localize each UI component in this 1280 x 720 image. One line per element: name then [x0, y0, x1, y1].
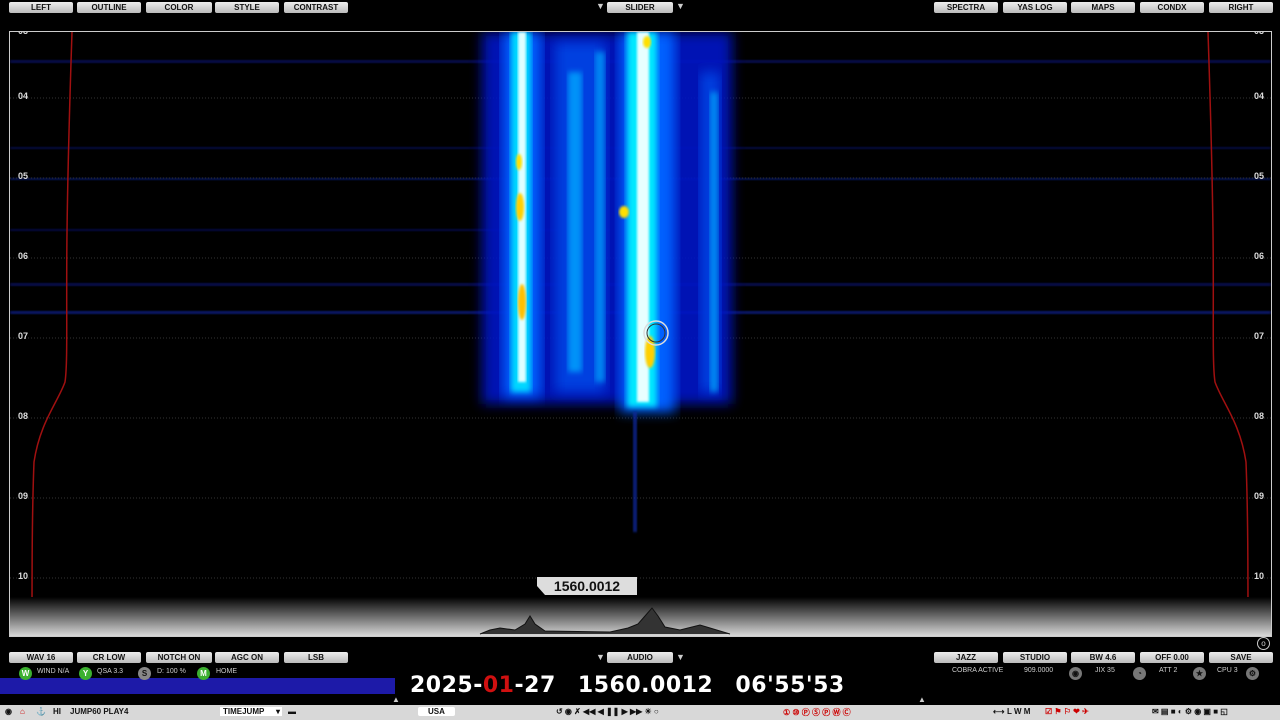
- time-label-right: 06: [1254, 251, 1265, 261]
- studio-button[interactable]: STUDIO: [1003, 652, 1067, 663]
- outline-button[interactable]: OUTLINE: [77, 2, 141, 13]
- dial-icon[interactable]: ◔: [1133, 667, 1146, 680]
- freq-status: 909.0000: [1024, 667, 1054, 674]
- wav-button[interactable]: WAV 16: [9, 652, 73, 663]
- settings-small-icon[interactable]: o: [1257, 637, 1270, 650]
- time-label-right: 05: [1254, 171, 1265, 181]
- time-label-left: 05: [18, 171, 29, 181]
- lwm-label[interactable]: L W M: [1007, 707, 1030, 716]
- level-bar: [0, 678, 395, 694]
- hi-label[interactable]: HI: [53, 707, 61, 716]
- right-signal-trace: [1207, 32, 1249, 636]
- readout-day: -27: [514, 673, 556, 698]
- audio-chevron-right-icon[interactable]: ▼: [676, 652, 685, 662]
- time-label-left: 04: [18, 91, 29, 101]
- d-status: D: 100 %: [157, 668, 186, 675]
- window-icons[interactable]: ✉ ▤ ■ ◐ ⚙ ◉ ▣ ■ ◱: [1152, 707, 1228, 716]
- audio-button[interactable]: AUDIO: [607, 652, 673, 663]
- spectra-button[interactable]: SPECTRA: [934, 2, 998, 13]
- style-button[interactable]: STYLE: [215, 2, 279, 13]
- time-label-right: 10: [1254, 571, 1265, 581]
- time-label-left: 07: [18, 331, 29, 341]
- notch-button[interactable]: NOTCH ON: [146, 652, 212, 663]
- readout-time: 06'55'53: [735, 673, 845, 698]
- left-button[interactable]: LEFT: [9, 2, 73, 13]
- home-icon[interactable]: ⌂: [20, 707, 25, 716]
- yas-log-button[interactable]: YAS LOG: [1003, 2, 1067, 13]
- wind-status: WIND N/A: [37, 668, 70, 675]
- color-button[interactable]: COLOR: [146, 2, 212, 13]
- knob-icon[interactable]: ◉: [1069, 667, 1082, 680]
- readout-frequency: 1560.0012: [577, 673, 714, 698]
- star-icon[interactable]: ★: [1193, 667, 1206, 680]
- preset-icons[interactable]: ① ⑩ Ⓟ Ⓢ Ⓟ Ⓦ Ⓒ: [783, 707, 851, 718]
- contrast-button[interactable]: CONTRAST: [284, 2, 348, 13]
- readout-year: 2025-: [410, 673, 483, 698]
- signal-band: [482, 32, 732, 532]
- bw-button[interactable]: BW 4.6: [1071, 652, 1135, 663]
- time-label-left: 10: [18, 571, 29, 581]
- time-label-right: 04: [1254, 91, 1265, 101]
- left-signal-trace: [31, 32, 73, 636]
- agc-button[interactable]: AGC ON: [215, 652, 279, 663]
- condx-button[interactable]: CONDX: [1140, 2, 1204, 13]
- time-label-left: 06: [18, 251, 29, 261]
- qsa-status: QSA 3.3: [97, 668, 124, 675]
- m-indicator-icon: M: [197, 667, 210, 680]
- time-label-right: 03: [1254, 31, 1265, 36]
- w-indicator-icon: W: [19, 667, 32, 680]
- jix-status: JIX 35: [1095, 667, 1115, 674]
- waterfall-graphic: [10, 32, 1271, 636]
- s-indicator-icon: S: [138, 667, 151, 680]
- maps-button[interactable]: MAPS: [1071, 2, 1135, 13]
- time-label-right: 07: [1254, 331, 1265, 341]
- time-label-left: 03: [18, 31, 29, 36]
- right-button[interactable]: RIGHT: [1209, 2, 1273, 13]
- right-marker-icon: ▲: [918, 695, 926, 704]
- slider-button[interactable]: SLIDER: [607, 2, 673, 13]
- chevron-down-icon[interactable]: ▾: [276, 707, 280, 716]
- playback-icons[interactable]: ↺ ◉ ✗ ◀◀ ◀ ❚❚ ▶ ▶▶ ☀ ○: [556, 707, 659, 716]
- arrows-icon[interactable]: ⟷: [993, 707, 1004, 716]
- slider-chevron-left-icon[interactable]: ▼: [596, 1, 605, 11]
- slider-chevron-right-icon[interactable]: ▼: [676, 1, 685, 11]
- y-indicator-icon: Y: [79, 667, 92, 680]
- frequency-marker-tag[interactable]: 1560.0012: [537, 577, 637, 595]
- offset-button[interactable]: OFF 0.00: [1140, 652, 1204, 663]
- jazz-button[interactable]: JAZZ: [934, 652, 998, 663]
- readout-line: 2025-01-27 1560.0012 06'55'53: [410, 673, 845, 698]
- waterfall-display[interactable]: 03 04 05 06 07 08 09 10 03 04 05 06 07 0…: [9, 31, 1272, 637]
- anchor-icon[interactable]: ⚓: [36, 707, 46, 716]
- region-select[interactable]: USA: [418, 707, 455, 716]
- gear-icon[interactable]: ⚙: [1246, 667, 1259, 680]
- globe-icon[interactable]: ◉: [5, 707, 12, 716]
- time-label-left: 09: [18, 491, 29, 501]
- lsb-button[interactable]: LSB: [284, 652, 348, 663]
- audio-chevron-left-icon[interactable]: ▼: [596, 652, 605, 662]
- cpu-status: CPU 3: [1217, 667, 1238, 674]
- time-label-right: 09: [1254, 491, 1265, 501]
- cr-low-button[interactable]: CR LOW: [77, 652, 141, 663]
- save-button[interactable]: SAVE: [1209, 652, 1273, 663]
- time-label-right: 08: [1254, 411, 1265, 421]
- bottom-bar: ◉ ⌂ ⚓ HI JUMP60 PLAY4 TIMEJUMP ▾ ▬ USA ↺…: [0, 705, 1280, 720]
- home-status: HOME: [216, 668, 237, 675]
- cobra-status: COBRA ACTIVE: [952, 667, 1004, 674]
- att-status: ATT 2: [1159, 667, 1178, 674]
- time-label-left: 08: [18, 411, 29, 421]
- jump-label[interactable]: JUMP60 PLAY4: [70, 707, 128, 716]
- readout-month: 01: [482, 673, 515, 698]
- left-marker-icon: ▲: [392, 695, 400, 704]
- timejump-select[interactable]: TIMEJUMP: [220, 707, 282, 716]
- flags-icons[interactable]: ☑ ⚑ ⚐ ❤ ✈: [1045, 707, 1089, 716]
- vehicle-icon[interactable]: ▬: [288, 707, 296, 716]
